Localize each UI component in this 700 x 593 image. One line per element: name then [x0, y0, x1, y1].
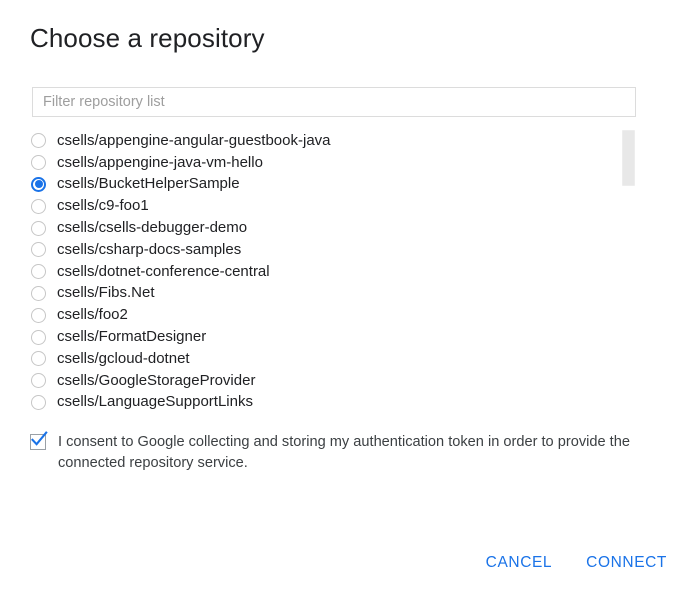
radio-button-icon[interactable] — [31, 394, 46, 410]
repository-list-item[interactable]: csells/FormatDesigner — [28, 326, 618, 348]
page-title: Choose a repository — [30, 23, 265, 53]
radio-button-icon[interactable] — [31, 176, 46, 192]
radio-button-icon[interactable] — [31, 329, 46, 345]
repository-list-item[interactable]: csells/LanguageSupportLinks — [28, 392, 618, 414]
radio-button-icon[interactable] — [31, 220, 46, 236]
dialog-actions: CANCEL CONNECT — [477, 546, 676, 580]
repository-name: csells/foo2 — [57, 306, 128, 324]
repository-name: csells/LanguageSupportLinks — [57, 393, 253, 411]
repository-name: csells/gcloud-dotnet — [57, 349, 190, 367]
repository-name: csells/dotnet-conference-central — [57, 262, 270, 280]
repository-list-item[interactable]: csells/appengine-angular-guestbook-java — [28, 130, 618, 152]
radio-button-icon[interactable] — [31, 264, 46, 280]
scrollbar-thumb[interactable] — [622, 130, 635, 186]
repository-list-item[interactable]: csells/csells-debugger-demo — [28, 217, 618, 239]
repository-name: csells/Fibs.Net — [57, 284, 155, 302]
radio-button-icon[interactable] — [31, 373, 46, 389]
repository-list-item[interactable]: csells/gcloud-dotnet — [28, 348, 618, 370]
radio-button-icon[interactable] — [31, 307, 46, 323]
repository-list-item[interactable]: csells/dotnet-conference-central — [28, 261, 618, 283]
consent-row[interactable]: I consent to Google collecting and stori… — [30, 431, 640, 474]
repository-list-item[interactable]: csells/c9-foo1 — [28, 195, 618, 217]
repository-list-item[interactable]: csells/foo2 — [28, 304, 618, 326]
repository-name: csells/csells-debugger-demo — [57, 219, 248, 237]
repository-list-item[interactable]: csells/appengine-java-vm-hello — [28, 152, 618, 174]
radio-button-icon[interactable] — [31, 155, 46, 171]
consent-checkbox[interactable] — [30, 431, 48, 450]
repository-list-item[interactable]: csells/BucketHelperSample — [28, 174, 618, 196]
radio-button-icon[interactable] — [31, 242, 46, 258]
radio-button-icon[interactable] — [31, 351, 46, 367]
repository-list-scrollbar[interactable] — [621, 130, 636, 415]
repository-name: csells/c9-foo1 — [57, 197, 149, 215]
repository-name: csells/GoogleStorageProvider — [57, 371, 256, 389]
checkmark-icon — [31, 431, 48, 446]
repository-name: csells/appengine-java-vm-hello — [57, 153, 263, 171]
repository-list-item[interactable]: csells/Fibs.Net — [28, 283, 618, 305]
choose-repository-dialog: Choose a repository csells/appengine-ang… — [0, 0, 700, 593]
repository-list-container: csells/appengine-angular-guestbook-java c… — [28, 130, 636, 415]
cancel-button[interactable]: CANCEL — [477, 546, 561, 580]
repository-name: csells/csharp-docs-samples — [57, 240, 242, 258]
connect-button[interactable]: CONNECT — [577, 546, 676, 580]
repository-name: csells/BucketHelperSample — [57, 175, 240, 193]
repository-filter-input[interactable] — [32, 87, 636, 117]
repository-list-item[interactable]: csells/csharp-docs-samples — [28, 239, 618, 261]
repository-name: csells/appengine-angular-guestbook-java — [57, 131, 331, 149]
repository-name: csells/FormatDesigner — [57, 328, 207, 346]
consent-label: I consent to Google collecting and stori… — [58, 434, 630, 471]
radio-button-icon[interactable] — [31, 285, 46, 301]
radio-button-icon[interactable] — [31, 198, 46, 214]
repository-list: csells/appengine-angular-guestbook-java c… — [28, 130, 618, 413]
radio-button-icon[interactable] — [31, 133, 46, 149]
repository-list-item[interactable]: csells/GoogleStorageProvider — [28, 370, 618, 392]
